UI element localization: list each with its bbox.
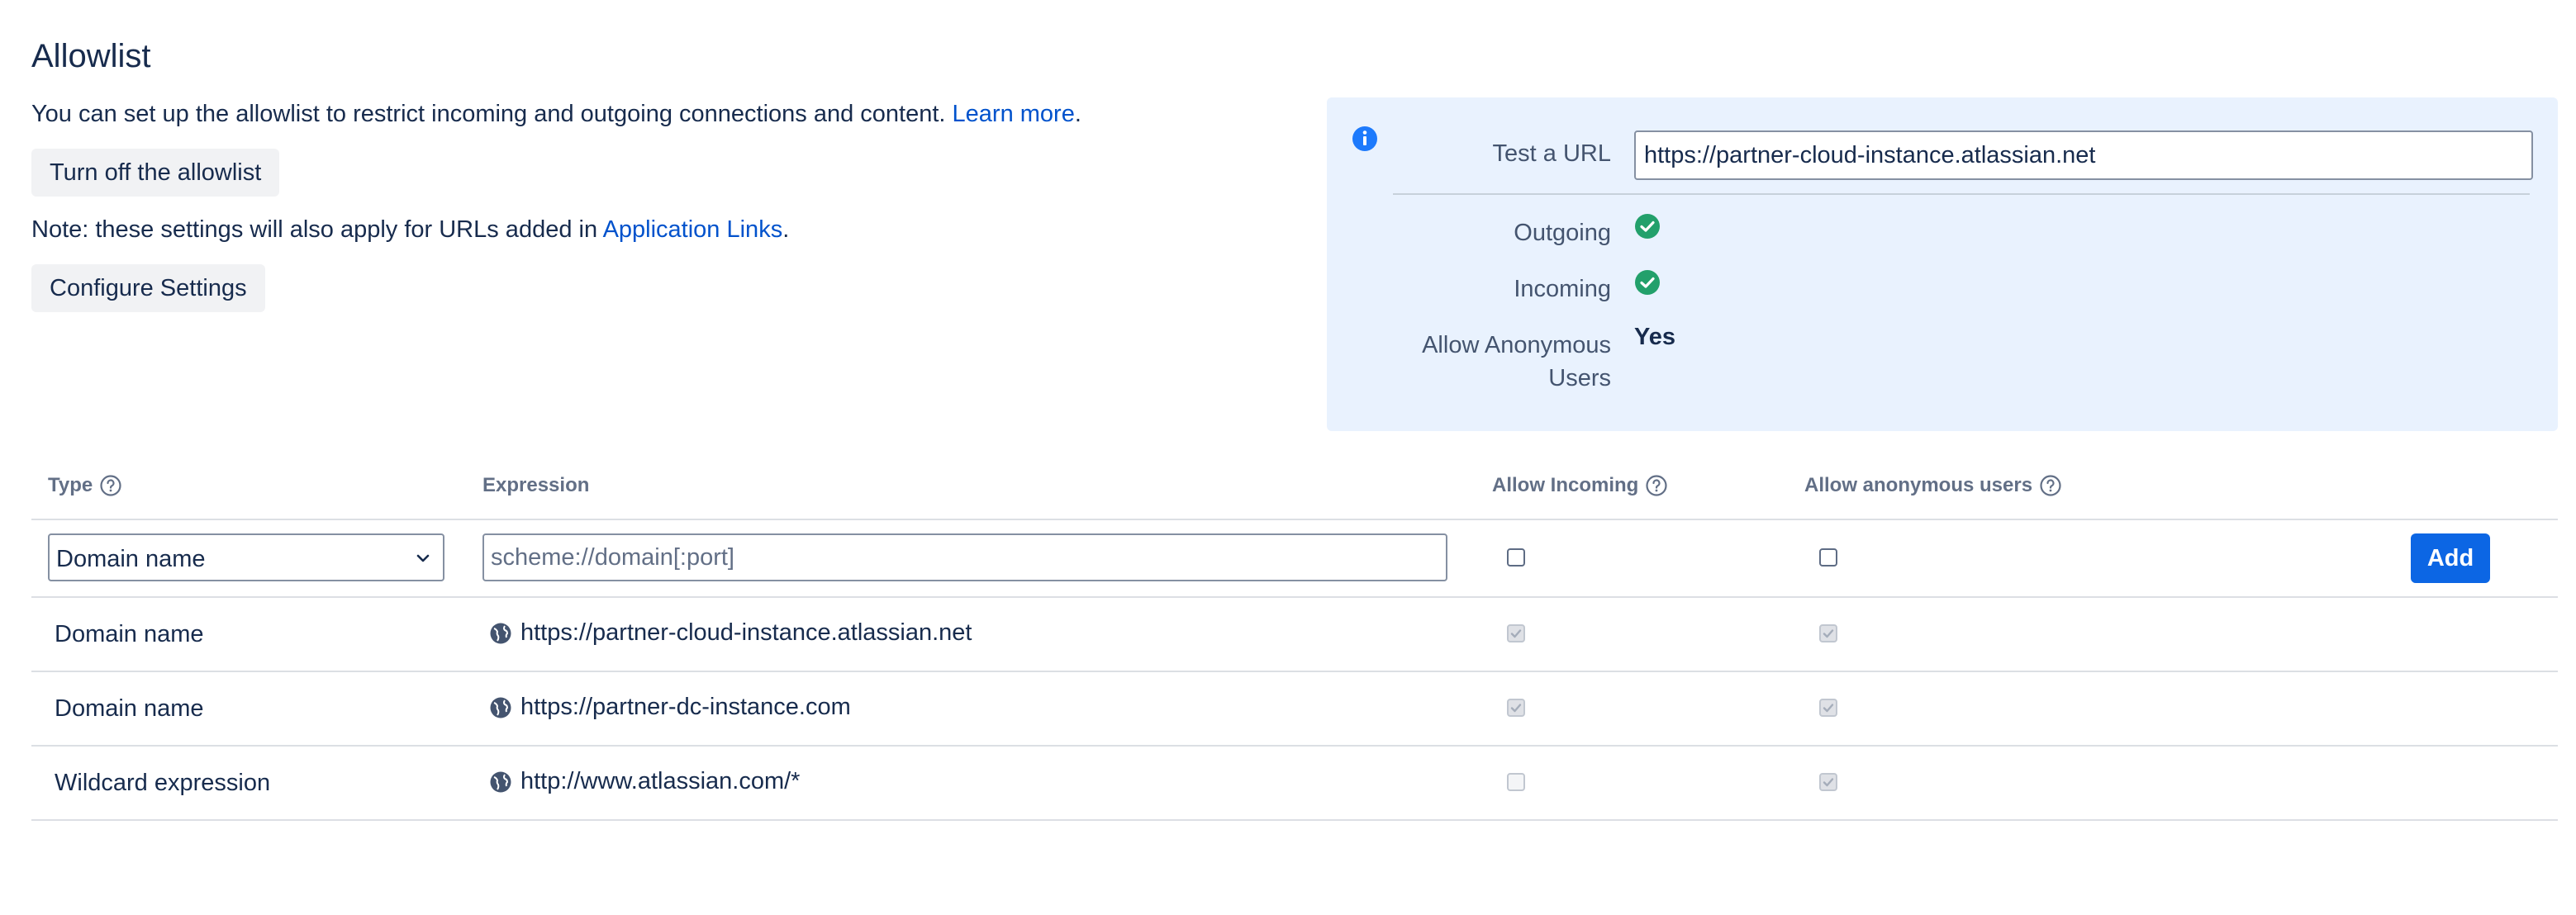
anonymous-users-label: Allow Anonymous Users — [1422, 332, 1611, 391]
checkmark-icon — [1823, 629, 1834, 638]
chevron-down-icon — [416, 554, 430, 562]
row-expression-text: http://www.atlassian.com/* — [520, 768, 801, 794]
row-allow-anonymous-checkbox — [1819, 699, 1837, 717]
row-expression: https://partner-dc-instance.com — [489, 694, 851, 721]
outgoing-label: Outgoing — [1514, 220, 1611, 246]
header-expression: Expression — [482, 474, 589, 497]
help-icon[interactable] — [2039, 474, 2062, 497]
incoming-check-icon — [1635, 270, 1660, 295]
checkmark-icon — [1510, 704, 1522, 713]
type-select-value: Domain name — [56, 546, 206, 572]
row-expression: https://partner-cloud-instance.atlassian… — [489, 619, 972, 647]
test-url-panel: Test a URL Outgoing Incoming Allow Anony… — [1327, 97, 2558, 431]
header-type-label: Type — [48, 474, 93, 496]
info-icon — [1352, 126, 1377, 151]
help-icon[interactable] — [1645, 474, 1668, 497]
outgoing-check-icon — [1635, 214, 1660, 239]
learn-more-link[interactable]: Learn more — [953, 101, 1075, 127]
note-text: Note: these settings will also apply for… — [31, 213, 789, 246]
checkmark-icon — [1823, 704, 1834, 713]
row-allow-incoming-checkbox — [1507, 624, 1525, 642]
row-allow-anonymous-checkbox — [1819, 624, 1837, 642]
note-prefix: Note: these settings will also apply for… — [31, 216, 598, 243]
row-expression-text: https://partner-dc-instance.com — [520, 694, 851, 720]
row-expression: http://www.atlassian.com/* — [489, 768, 800, 795]
panel-divider — [1393, 193, 2530, 195]
row-allow-incoming-checkbox — [1507, 773, 1525, 791]
globe-icon — [490, 697, 511, 718]
header-allow-incoming: Allow Incoming — [1492, 474, 1668, 497]
header-allow-anonymous: Allow anonymous users — [1804, 474, 2062, 497]
test-url-input[interactable] — [1634, 130, 2533, 180]
row-allow-anonymous-checkbox — [1819, 773, 1837, 791]
note-suffix: . — [782, 216, 790, 243]
allow-anonymous-checkbox[interactable] — [1819, 548, 1837, 567]
row-divider — [31, 596, 2558, 598]
configure-settings-button[interactable]: Configure Settings — [31, 264, 265, 312]
turn-off-allowlist-button[interactable]: Turn off the allowlist — [31, 149, 280, 197]
row-type: Domain name — [55, 621, 204, 647]
header-allow-anonymous-label: Allow anonymous users — [1804, 474, 2033, 496]
row-divider — [31, 745, 2558, 747]
test-url-label: Test a URL — [1492, 140, 1611, 167]
help-icon[interactable] — [99, 474, 122, 497]
description-period: . — [1074, 101, 1081, 127]
page-description: You can set up the allowlist to restrict… — [31, 97, 1081, 130]
add-button[interactable]: Add — [2411, 533, 2490, 583]
expression-input[interactable] — [482, 533, 1447, 581]
header-expression-label: Expression — [482, 474, 590, 496]
incoming-label: Incoming — [1514, 276, 1611, 302]
checkmark-icon — [1510, 629, 1522, 638]
allow-incoming-checkbox[interactable] — [1507, 548, 1525, 567]
type-select[interactable]: Domain name — [48, 533, 444, 581]
row-type: Domain name — [55, 695, 204, 722]
row-divider — [31, 671, 2558, 672]
page-title: Allowlist — [31, 38, 151, 74]
application-links-link[interactable]: Application Links — [603, 216, 783, 243]
header-divider — [31, 519, 2558, 520]
checkmark-icon — [1823, 778, 1834, 787]
row-allow-incoming-checkbox — [1507, 699, 1525, 717]
anonymous-users-value: Yes — [1634, 324, 1675, 350]
row-expression-text: https://partner-cloud-instance.atlassian… — [520, 619, 972, 646]
allowlist-page: Allowlist You can set up the allowlist t… — [0, 0, 2576, 915]
row-type: Wildcard expression — [55, 770, 271, 796]
header-type: Type — [48, 474, 122, 497]
row-divider — [31, 819, 2558, 821]
header-allow-incoming-label: Allow Incoming — [1492, 474, 1639, 496]
globe-icon — [490, 771, 511, 792]
description-text: You can set up the allowlist to restrict… — [31, 101, 946, 127]
globe-icon — [490, 623, 511, 643]
